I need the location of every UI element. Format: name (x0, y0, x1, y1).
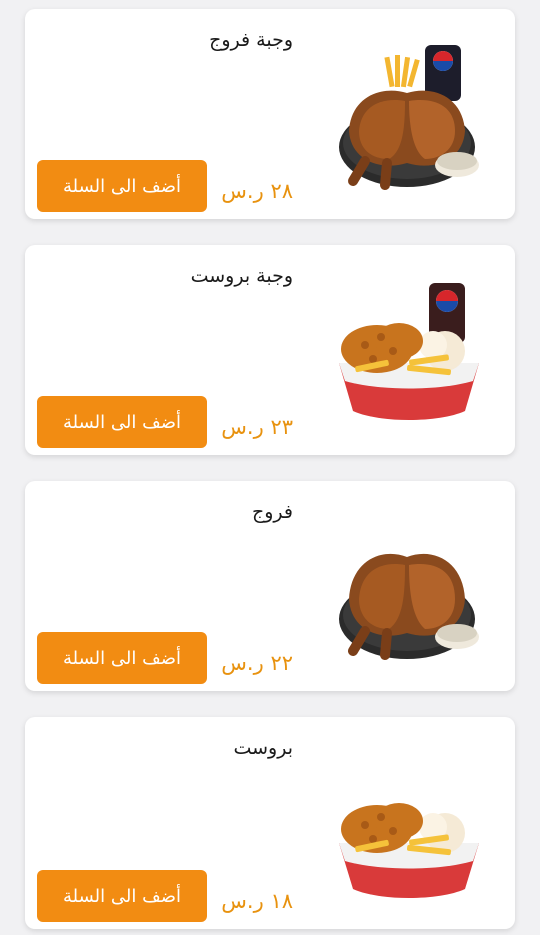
menu-item-card[interactable]: وجبة فروج ٢٨ ر.س أضف الى السلة (25, 9, 515, 219)
chicken-meal-image (339, 45, 479, 190)
item-title: بروست (233, 737, 293, 759)
add-to-cart-button[interactable]: أضف الى السلة (37, 160, 207, 212)
add-to-cart-button[interactable]: أضف الى السلة (37, 632, 207, 684)
add-to-cart-button[interactable]: أضف الى السلة (37, 870, 207, 922)
item-title: وجبة بروست (190, 265, 293, 287)
broast-image (339, 803, 479, 898)
menu-item-card[interactable]: فروج ٢٢ ر.س أضف الى السلة (25, 481, 515, 691)
item-title: وجبة فروج (209, 29, 293, 51)
menu-item-card[interactable]: وجبة بروست ٢٣ ر.س أضف الى السلة (25, 245, 515, 455)
item-price: ٢٢ ر.س (221, 651, 293, 675)
menu-item-card[interactable]: بروست ١٨ ر.س أضف الى السلة (25, 717, 515, 929)
add-to-cart-button[interactable]: أضف الى السلة (37, 396, 207, 448)
broast-meal-image (339, 283, 479, 420)
grilled-chicken-image (339, 553, 479, 660)
item-price: ١٨ ر.س (221, 889, 293, 913)
menu-list: وجبة فروج ٢٨ ر.س أضف الى السلة وجبة بروس… (0, 0, 540, 935)
item-title: فروج (251, 501, 293, 523)
item-price: ٢٨ ر.س (221, 179, 293, 203)
item-price: ٢٣ ر.س (221, 415, 293, 439)
